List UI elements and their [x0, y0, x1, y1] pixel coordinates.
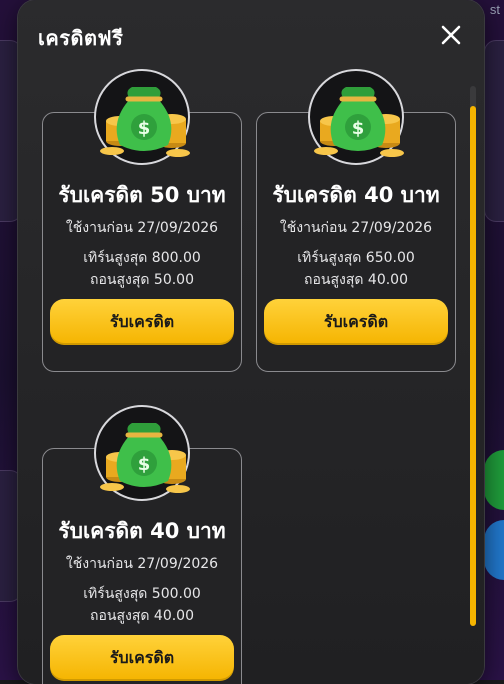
card-expiry: ใช้งานก่อน 27/09/2026: [65, 220, 219, 236]
svg-text:$: $: [138, 454, 151, 475]
card-max-withdraw: ถอนสูงสุด 40.00: [303, 272, 408, 288]
card-expiry: ใช้งานก่อน 27/09/2026: [65, 556, 219, 572]
card-max-withdraw: ถอนสูงสุด 50.00: [89, 272, 194, 288]
background-blue-button: [484, 520, 504, 580]
scrollbar-thumb[interactable]: [470, 106, 476, 626]
money-bag-badge: $: [94, 405, 190, 501]
money-bag-badge: $: [308, 69, 404, 165]
claim-credit-button[interactable]: รับเครดิต: [50, 635, 234, 681]
close-button[interactable]: [440, 24, 462, 46]
card-max-turnover: เทิร์นสูงสุด 800.00: [83, 250, 201, 266]
card-max-turnover: เทิร์นสูงสุด 650.00: [297, 250, 415, 266]
card-max-withdraw: ถอนสูงสุด 40.00: [89, 608, 194, 624]
card-title: รับเครดิต 50 บาท: [58, 183, 226, 207]
credit-card-3: $ รับเครดิต 40 บาท ใช้งานก่อน 27/09/2026…: [42, 405, 242, 684]
background-partial-text: st: [489, 2, 500, 17]
free-credit-modal: เครดิตฟรี $ รับเครดิต 50 บาท ใช้งานก่อน …: [18, 0, 484, 684]
credit-list[interactable]: $ รับเครดิต 50 บาท ใช้งานก่อน 27/09/2026…: [18, 60, 484, 684]
background-card-right: [484, 40, 504, 222]
money-bag-icon: $: [100, 423, 190, 493]
card-title: รับเครดิต 40 บาท: [272, 183, 440, 207]
claim-credit-button[interactable]: รับเครดิต: [50, 299, 234, 345]
card-title: รับเครดิต 40 บาท: [58, 519, 226, 543]
money-bag-icon: $: [314, 87, 404, 157]
svg-text:$: $: [352, 118, 365, 139]
money-bag-badge: $: [94, 69, 190, 165]
claim-credit-button[interactable]: รับเครดิต: [264, 299, 448, 345]
background-green-button: [484, 450, 504, 510]
credit-card-2: $ รับเครดิต 40 บาท ใช้งานก่อน 27/09/2026…: [256, 69, 456, 372]
scrollbar-track[interactable]: [470, 86, 476, 626]
credit-card-1: $ รับเครดิต 50 บาท ใช้งานก่อน 27/09/2026…: [42, 69, 242, 372]
close-icon: [441, 25, 461, 45]
modal-title: เครดิตฟรี: [38, 26, 124, 50]
svg-text:$: $: [138, 118, 151, 139]
card-expiry: ใช้งานก่อน 27/09/2026: [279, 220, 433, 236]
money-bag-icon: $: [100, 87, 190, 157]
card-max-turnover: เทิร์นสูงสุด 500.00: [83, 586, 201, 602]
